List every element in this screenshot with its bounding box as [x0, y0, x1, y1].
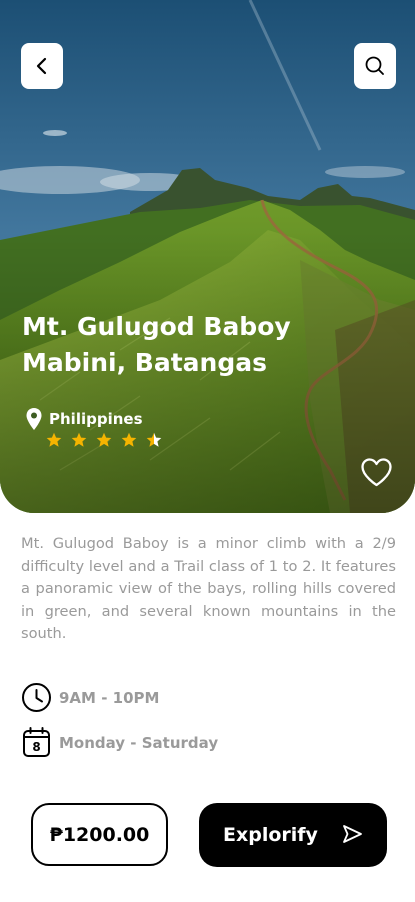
star-icon [46, 432, 62, 447]
location-pin-icon [26, 408, 42, 430]
calendar-icon: 8 [23, 727, 50, 757]
star-icon [96, 432, 112, 447]
heart-icon [361, 458, 392, 487]
days-text: Monday - Saturday [59, 733, 219, 752]
price-button[interactable]: ₱1200.00 [31, 803, 168, 866]
days-row: 8 Monday - Saturday [21, 726, 218, 759]
hours-text: 9AM - 10PM [59, 688, 160, 707]
hours-row: 9AM - 10PM [21, 682, 159, 713]
star-icon [71, 432, 87, 447]
destination-area: Mabini, Batangas [22, 348, 267, 377]
description: Mt. Gulugod Baboy is a minor climb with … [21, 535, 396, 642]
clock-icon [22, 683, 51, 712]
country-label: Philippines [49, 410, 143, 428]
star-icon [146, 432, 162, 447]
destination-title: Mt. Gulugod Baboy Mabini, Batangas [22, 309, 382, 381]
explorify-button[interactable]: Explorify [199, 803, 387, 867]
back-button[interactable] [21, 43, 63, 89]
favorite-button[interactable] [360, 457, 393, 488]
send-icon [343, 825, 362, 843]
explorify-label: Explorify [223, 824, 318, 846]
rating-stars [46, 432, 162, 448]
hero-image: Mt. Gulugod Baboy Mabini, Batangas Phili… [0, 0, 415, 513]
chevron-left-icon [36, 57, 47, 75]
location: Philippines [25, 406, 143, 432]
search-button[interactable] [354, 43, 396, 89]
destination-name: Mt. Gulugod Baboy [22, 312, 291, 341]
search-icon [365, 56, 384, 75]
star-icon [121, 432, 137, 447]
calendar-day-number: 8 [32, 740, 40, 754]
